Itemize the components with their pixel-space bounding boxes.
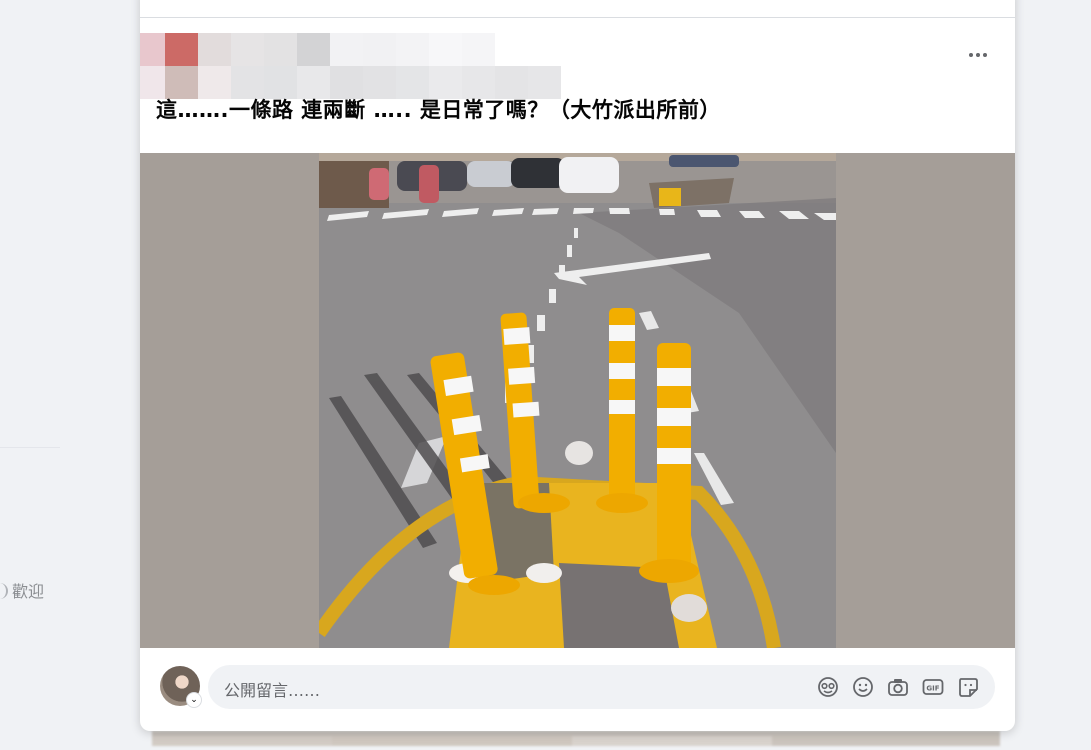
road-bollards-photo [319, 153, 836, 648]
card-divider [140, 17, 1015, 18]
camera-icon[interactable] [880, 675, 915, 699]
background-welcome: 歡迎 [0, 578, 44, 602]
photo-viewer[interactable] [140, 153, 1015, 648]
svg-text:GIF: GIF [926, 685, 939, 693]
chevron-down-icon[interactable]: ⌄ [186, 692, 202, 708]
partial-icon [0, 583, 8, 599]
next-post-preview-strip [152, 731, 1000, 746]
censored-author-header [140, 33, 561, 99]
emoji-icon[interactable] [845, 675, 880, 699]
sticker-icon[interactable] [950, 675, 985, 699]
comment-input[interactable]: 公開留言…… GIF [208, 665, 995, 709]
post-card: 這…….一條路 連兩斷 ….. 是日常了嗎？（大竹派出所前） ⌄ 公開留言…… … [140, 0, 1015, 731]
post-text: 這…….一條路 連兩斷 ….. 是日常了嗎？（大竹派出所前） [156, 98, 721, 122]
avatar-sticker-icon[interactable] [810, 675, 845, 699]
background-welcome-text: 歡迎 [12, 582, 45, 601]
more-horizontal-icon [968, 53, 989, 57]
background-divider [0, 447, 60, 448]
post-photo[interactable] [319, 153, 836, 648]
comment-tools: GIF [810, 675, 985, 699]
comment-composer: ⌄ 公開留言…… GIF [140, 648, 1015, 731]
comment-placeholder: 公開留言…… [224, 681, 321, 700]
more-options-button[interactable] [960, 40, 996, 70]
gif-icon[interactable]: GIF [915, 675, 950, 699]
